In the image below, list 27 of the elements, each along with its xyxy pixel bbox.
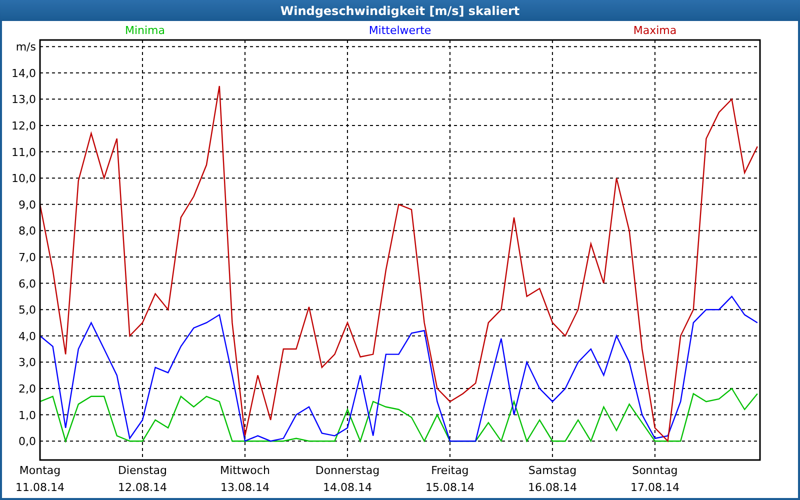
y-tick-label: 3,0 xyxy=(18,356,36,370)
y-axis-unit: m/s xyxy=(16,40,36,54)
y-tick-label: 13,0 xyxy=(12,93,36,106)
x-tick-label: Mittwoch 13.08.14 xyxy=(220,464,270,494)
y-tick-label: 2,0 xyxy=(18,382,36,396)
y-tick-label: 11,0 xyxy=(12,146,36,159)
y-tick-label: 8,0 xyxy=(18,224,36,238)
y-tick-label: 1,0 xyxy=(18,408,36,422)
y-tick-label: 5,0 xyxy=(18,304,36,317)
y-tick-label: 14,0 xyxy=(12,66,36,80)
y-tick-label: 9,0 xyxy=(18,198,36,212)
x-tick-label: Donnerstag 14.08.14 xyxy=(315,464,380,494)
x-tick-label: Sonntag 17.08.14 xyxy=(630,464,680,494)
x-tick-label: Freitag 15.08.14 xyxy=(425,464,474,494)
legend-label: Mittelwerte xyxy=(368,24,432,37)
y-tick-label: 10,0 xyxy=(12,172,36,186)
x-tick-label: Dienstag 12.08.14 xyxy=(118,464,168,494)
y-tick-label: 6,0 xyxy=(18,277,36,290)
legend-label: Minima xyxy=(124,24,166,37)
y-tick-label: 4,0 xyxy=(18,330,36,343)
x-tick-label: Samstag 16.08.14 xyxy=(528,464,577,494)
y-tick-label: 0,0 xyxy=(18,435,36,448)
y-tick-label: 12,0 xyxy=(12,119,36,132)
y-tick-label: 7,0 xyxy=(18,250,36,264)
legend-label: Maxima xyxy=(633,24,677,37)
window-title: Windgeschwindigkeit [m/s] skaliert xyxy=(280,4,520,18)
x-tick-label: Montag 11.08.14 xyxy=(16,464,64,494)
